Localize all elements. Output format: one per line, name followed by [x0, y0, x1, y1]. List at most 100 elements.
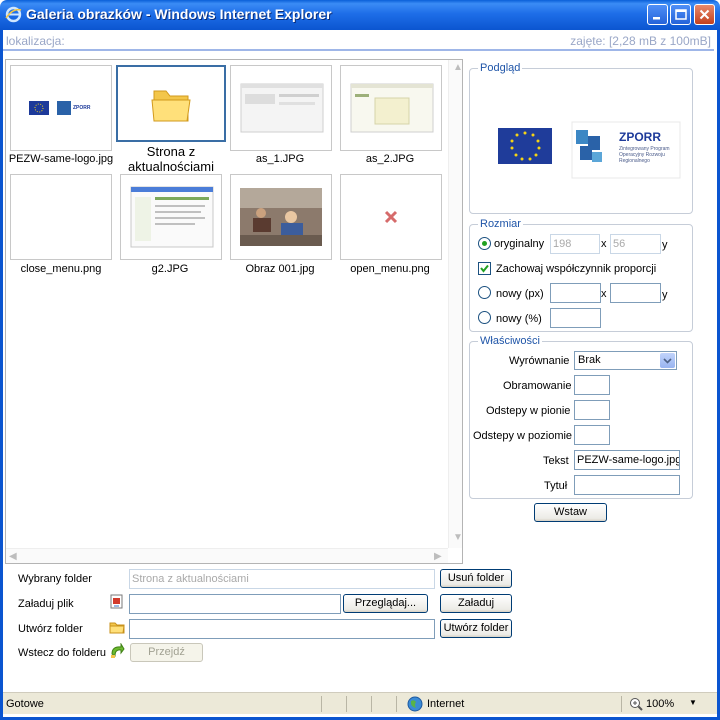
alt-text-label: Tekst — [543, 455, 569, 467]
back-arrow-icon — [111, 643, 125, 658]
status-divider — [371, 696, 372, 712]
new-height-field[interactable] — [610, 283, 661, 303]
broken-image-icon — [384, 210, 398, 224]
logo-subtitle: Zintegrowany Program Operacyjny Rozwoju … — [619, 146, 670, 164]
file-thumb-obraz-001[interactable] — [230, 174, 332, 260]
align-value: Brak — [578, 354, 601, 366]
folder-icon — [151, 90, 191, 122]
status-divider — [621, 696, 622, 712]
location-label: lokalizacja: — [6, 34, 65, 48]
file-name[interactable]: PEZW-same-logo.jpg — [6, 153, 121, 165]
align-label: Wyrównanie — [509, 355, 570, 367]
status-bar: Gotowe Internet 100% ▼ — [3, 692, 717, 714]
scroll-right-icon[interactable]: ▶ — [434, 551, 442, 562]
keep-ratio-checkbox[interactable] — [478, 262, 491, 275]
minimize-button[interactable] — [647, 4, 668, 25]
scroll-left-icon[interactable]: ◀ — [9, 551, 17, 562]
upload-file-label: Załaduj plik — [18, 598, 74, 610]
upload-button[interactable]: Załaduj — [440, 594, 512, 613]
align-select[interactable]: Brak — [574, 351, 677, 370]
vertical-scrollbar[interactable]: ▲ ▼ — [448, 60, 462, 548]
file-name[interactable]: g2.JPG — [110, 263, 230, 275]
create-folder-button[interactable]: Utwórz folder — [440, 619, 512, 638]
hspace-field[interactable] — [574, 425, 610, 445]
go-button[interactable]: Przejdź — [130, 643, 203, 662]
security-zone: Internet — [427, 698, 465, 710]
keep-ratio-label: Zachowaj współczynnik proporcji — [496, 263, 657, 275]
status-divider — [321, 696, 322, 712]
maximize-icon — [675, 9, 687, 20]
file-name[interactable]: as_1.JPG — [220, 153, 340, 165]
selected-folder-label: Wybrany folder — [18, 573, 92, 585]
close-window-button[interactable] — [694, 4, 715, 25]
title-label: Tytuł — [544, 480, 568, 492]
x-separator: x — [601, 288, 607, 300]
checkmark-icon — [480, 264, 489, 273]
insert-button[interactable]: Wstaw — [534, 503, 607, 522]
new-folder-icon — [109, 622, 125, 634]
window-title: Galeria obrazków - Windows Internet Expl… — [26, 6, 332, 22]
zoom-icon[interactable] — [629, 697, 643, 711]
status-divider — [346, 696, 347, 712]
vspace-label: Odstepy w pionie — [486, 405, 571, 417]
y-label: y — [662, 289, 668, 301]
preview-legend: Podgląd — [480, 62, 521, 74]
selected-folder-field[interactable]: Strona z aktualnościami — [129, 569, 435, 589]
new-pct-radio[interactable] — [478, 311, 491, 324]
file-name[interactable]: open_menu.png — [330, 263, 450, 275]
maximize-button[interactable] — [670, 4, 691, 25]
scroll-down-icon[interactable]: ▼ — [453, 532, 462, 543]
back-to-folder-label: Wstecz do folderu — [18, 647, 107, 659]
logo-title: ZPORR — [619, 130, 661, 144]
file-thumb-g2[interactable] — [120, 174, 222, 260]
file-name[interactable]: Obraz 001.jpg — [220, 263, 340, 275]
file-thumb-open-menu[interactable] — [340, 174, 442, 260]
zoom-level[interactable]: 100% — [646, 698, 674, 710]
zoom-dropdown-icon[interactable]: ▼ — [689, 698, 697, 707]
title-field[interactable] — [574, 475, 680, 495]
close-icon — [699, 9, 710, 20]
new-folder-field[interactable] — [129, 619, 435, 639]
hspace-label: Odstepy w poziomie — [473, 430, 573, 442]
chevron-down-icon[interactable] — [660, 353, 675, 368]
x-separator: x — [601, 238, 607, 250]
delete-folder-button[interactable]: Usuń folder — [440, 569, 512, 588]
file-thumb-as-1[interactable] — [230, 65, 332, 151]
folder-thumb-strona[interactable] — [116, 65, 226, 142]
border-label: Obramowanie — [503, 380, 572, 392]
new-px-radio[interactable] — [478, 286, 491, 299]
file-thumb-as-2[interactable] — [340, 65, 442, 151]
border-field[interactable] — [574, 375, 610, 395]
new-pct-label: nowy (%) — [496, 313, 542, 325]
scroll-up-icon[interactable]: ▲ — [453, 62, 462, 73]
size-legend: Rozmiar — [480, 218, 521, 230]
screenshot-thumbnail-icon — [350, 83, 434, 133]
storage-usage: zajęte: [2,28 mB z 100mB] — [570, 34, 711, 48]
eu-logo-thumbnail-icon: ZPORR — [29, 101, 91, 115]
upload-file-field[interactable] — [129, 594, 341, 614]
screenshot-thumbnail-icon — [130, 186, 214, 248]
new-percent-field[interactable] — [550, 308, 601, 328]
original-size-radio[interactable] — [478, 237, 491, 250]
alt-text-field[interactable]: PEZW-same-logo.jpg — [574, 450, 680, 470]
location-bar: lokalizacja: zajęte: [2,28 mB z 100mB] — [3, 31, 714, 51]
svg-text:ZPORR: ZPORR — [73, 105, 91, 111]
browse-button[interactable]: Przeglądaj... — [343, 594, 428, 613]
original-height-field[interactable]: 56 — [610, 234, 661, 254]
file-thumb-close-menu[interactable] — [10, 174, 112, 260]
horizontal-scrollbar[interactable]: ◀ ▶ — [6, 548, 448, 563]
new-width-field[interactable] — [550, 283, 601, 303]
folder-name[interactable]: Strona z aktualnościami — [111, 144, 231, 174]
status-text: Gotowe — [6, 698, 44, 710]
file-name[interactable]: as_2.JPG — [330, 153, 450, 165]
file-thumb-pezw-same-logo[interactable]: ZPORR — [10, 65, 112, 151]
file-name[interactable]: close_menu.png — [6, 263, 121, 275]
properties-legend: Właściwości — [480, 335, 540, 347]
create-folder-label: Utwórz folder — [18, 623, 83, 635]
photo-thumbnail-icon — [240, 188, 322, 246]
internet-explorer-icon — [5, 6, 22, 23]
screenshot-thumbnail-icon — [240, 83, 324, 133]
title-bar: Galeria obrazków - Windows Internet Expl… — [0, 0, 720, 30]
original-width-field[interactable]: 198 — [550, 234, 600, 254]
vspace-field[interactable] — [574, 400, 610, 420]
